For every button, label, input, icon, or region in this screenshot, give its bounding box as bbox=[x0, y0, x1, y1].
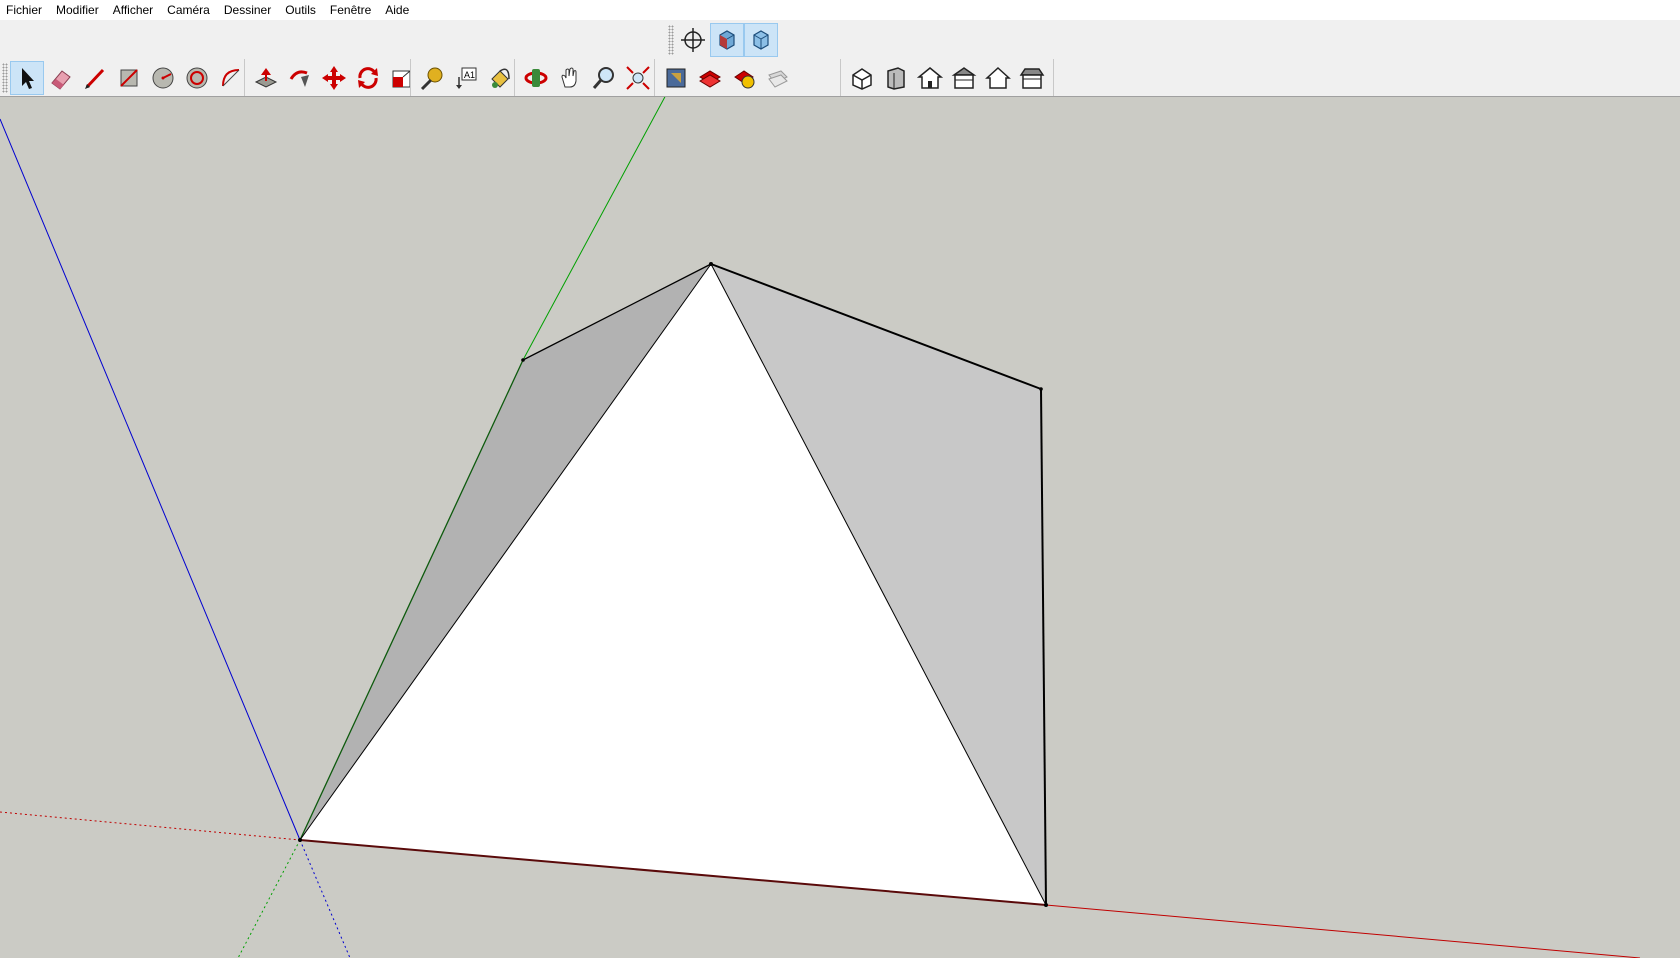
vertex bbox=[521, 358, 525, 362]
back-view-icon bbox=[985, 66, 1011, 89]
back-view-button[interactable] bbox=[981, 61, 1015, 95]
follow-me-tool-button[interactable] bbox=[283, 61, 317, 95]
iso-standard-view-icon bbox=[852, 67, 872, 90]
pencil-icon bbox=[85, 68, 105, 89]
text-label-icon: A1 bbox=[456, 67, 477, 89]
rotate-icon bbox=[358, 66, 378, 89]
model-canvas[interactable] bbox=[0, 97, 1680, 958]
camera-toolbar bbox=[668, 20, 778, 59]
text-tool-button[interactable]: A1 bbox=[449, 61, 483, 95]
top-view-button[interactable] bbox=[913, 61, 947, 95]
orbit-icon bbox=[524, 68, 548, 87]
modify-toolbar bbox=[244, 59, 419, 96]
perspective-button[interactable] bbox=[710, 22, 744, 57]
top-view-icon bbox=[917, 66, 943, 89]
vertex-apex bbox=[709, 262, 713, 266]
vertex bbox=[1044, 903, 1048, 907]
views-toolbar-row bbox=[0, 20, 1680, 59]
left-view-icon bbox=[1019, 67, 1045, 89]
pan-hand-icon bbox=[561, 67, 577, 87]
perspective-icon bbox=[719, 29, 735, 50]
left-view-button[interactable] bbox=[1015, 61, 1049, 95]
right-view-icon bbox=[951, 66, 977, 89]
construction-toolbar: A1 bbox=[410, 59, 517, 96]
iso-view-standard-button[interactable] bbox=[845, 61, 879, 95]
extension-warehouse-button[interactable] bbox=[693, 61, 727, 95]
paint-bucket-icon bbox=[491, 68, 510, 88]
menu-window[interactable]: Fenêtre bbox=[323, 0, 378, 20]
zoom-extents-tool-button[interactable] bbox=[621, 61, 655, 95]
polygon-icon bbox=[186, 67, 208, 88]
arc-tool-button[interactable] bbox=[214, 61, 248, 95]
move-tool-button[interactable] bbox=[317, 61, 351, 95]
3d-warehouse-icon bbox=[666, 68, 686, 87]
vertex-origin bbox=[298, 838, 302, 842]
front-view-icon bbox=[887, 66, 905, 90]
select-arrow-icon bbox=[22, 67, 34, 89]
extension-manager-button[interactable] bbox=[761, 61, 795, 95]
right-view-button[interactable] bbox=[947, 61, 981, 95]
arc-icon bbox=[222, 68, 240, 86]
select-tool-button[interactable] bbox=[10, 60, 44, 95]
pencil-tool-button[interactable] bbox=[78, 61, 112, 95]
move-icon bbox=[322, 65, 346, 90]
menu-file[interactable]: Fichier bbox=[0, 0, 49, 20]
menu-edit[interactable]: Modifier bbox=[49, 0, 106, 20]
menu-draw[interactable]: Dessiner bbox=[217, 0, 278, 20]
layout-send-icon bbox=[734, 69, 755, 88]
x-axis-negative-line bbox=[0, 811, 301, 841]
drawing-toolbar bbox=[2, 59, 248, 96]
iso-view-button[interactable] bbox=[744, 22, 778, 57]
tape-measure-tool-button[interactable] bbox=[415, 61, 449, 95]
circle-icon bbox=[152, 67, 174, 88]
3d-viewport[interactable] bbox=[0, 97, 1680, 958]
z-axis-negative-line bbox=[299, 839, 351, 958]
zoom-tool-button[interactable] bbox=[587, 61, 621, 95]
front-view-button[interactable] bbox=[879, 61, 913, 95]
zoom-extents-icon bbox=[626, 65, 650, 90]
svg-text:A1: A1 bbox=[464, 70, 475, 80]
push-pull-icon bbox=[254, 67, 278, 88]
eraser-tool-button[interactable] bbox=[44, 61, 78, 95]
circle-tool-button[interactable] bbox=[146, 61, 180, 95]
push-pull-tool-button[interactable] bbox=[249, 61, 283, 95]
toolbar-grip[interactable] bbox=[668, 24, 674, 55]
tape-measure-icon bbox=[420, 67, 443, 90]
menu-bar: Fichier Modifier Afficher Caméra Dessiner Out… bbox=[0, 0, 1680, 20]
z-axis-line bbox=[0, 118, 301, 841]
pan-tool-button[interactable] bbox=[553, 61, 587, 95]
eraser-icon bbox=[51, 69, 71, 90]
warehouse-button[interactable] bbox=[659, 61, 693, 95]
main-toolbar-row: A1 bbox=[0, 59, 1680, 97]
x-axis-line bbox=[1045, 904, 1641, 958]
axes-tool-button[interactable] bbox=[676, 23, 710, 57]
warehouse-toolbar bbox=[654, 59, 795, 96]
orbit-tool-button[interactable] bbox=[519, 61, 553, 95]
layout-send-button[interactable] bbox=[727, 61, 761, 95]
polygon-tool-button[interactable] bbox=[180, 61, 214, 95]
extension-warehouse-icon bbox=[699, 69, 721, 88]
standard-views-toolbar bbox=[840, 59, 1054, 96]
extension-manager-icon bbox=[768, 69, 788, 88]
follow-me-icon bbox=[289, 69, 309, 87]
camera-nav-toolbar bbox=[514, 59, 655, 96]
menu-tools[interactable]: Outils bbox=[278, 0, 323, 20]
y-axis-negative-line bbox=[237, 839, 301, 958]
menu-camera[interactable]: Caméra bbox=[160, 0, 217, 20]
menu-view[interactable]: Afficher bbox=[106, 0, 160, 20]
iso-view-icon bbox=[753, 29, 769, 50]
toolbar-grip[interactable] bbox=[2, 62, 8, 93]
rectangle-icon bbox=[120, 68, 138, 87]
axes-icon bbox=[681, 27, 705, 52]
vertex bbox=[1039, 387, 1043, 391]
rotate-tool-button[interactable] bbox=[351, 61, 385, 95]
menu-help[interactable]: Aide bbox=[378, 0, 416, 20]
zoom-icon bbox=[592, 66, 614, 89]
rectangle-tool-button[interactable] bbox=[112, 61, 146, 95]
paint-bucket-tool-button[interactable] bbox=[483, 61, 517, 95]
